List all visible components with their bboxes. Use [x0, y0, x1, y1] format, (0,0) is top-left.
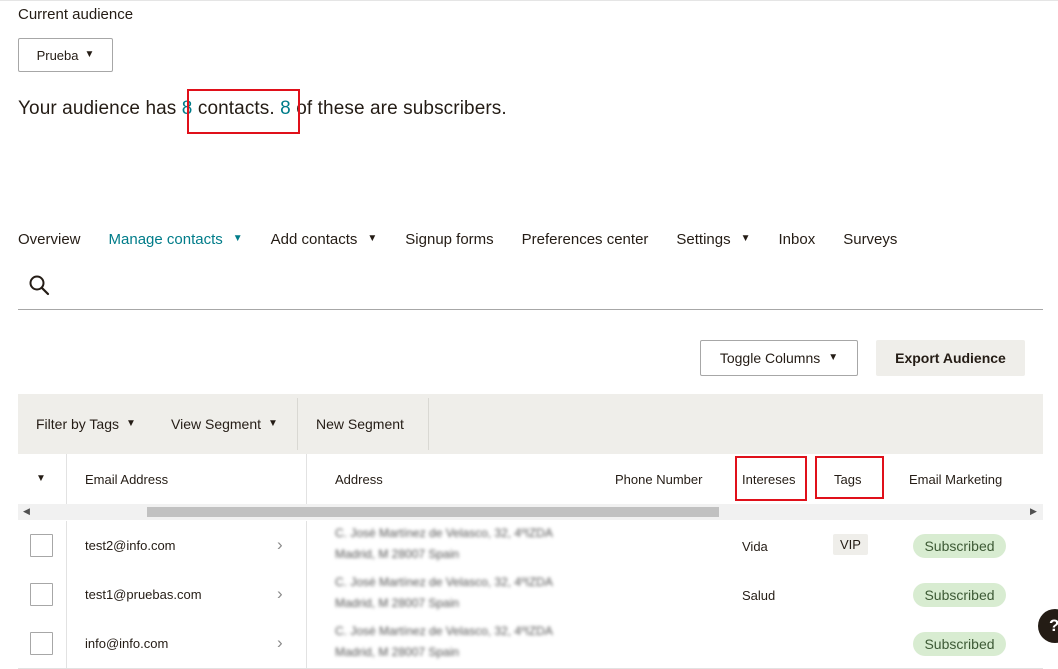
- table-row: info@info.com › C. José Martínez de Vela…: [18, 619, 1043, 669]
- column-divider: [66, 570, 67, 619]
- scrollbar-thumb[interactable]: [147, 507, 719, 517]
- export-audience-button[interactable]: Export Audience: [876, 340, 1025, 376]
- export-audience-label: Export Audience: [895, 350, 1006, 366]
- chevron-down-icon: ▼: [740, 232, 751, 244]
- column-header-intereses[interactable]: Intereses: [742, 454, 795, 504]
- tag-chip[interactable]: VIP: [833, 534, 868, 555]
- filter-bar: Filter by Tags ▼ View Segment ▼ New Segm…: [18, 394, 1043, 454]
- column-divider: [66, 521, 67, 570]
- new-segment-label: New Segment: [316, 416, 404, 432]
- top-divider: [0, 0, 1058, 1]
- column-divider: [306, 454, 307, 504]
- table-header: ▼ Email Address Address Phone Number Int…: [18, 454, 1043, 505]
- nav-label: Add contacts: [270, 230, 358, 248]
- nav-label: Signup forms: [405, 230, 494, 248]
- search-icon[interactable]: [28, 274, 50, 296]
- toggle-columns-label: Toggle Columns: [719, 350, 821, 366]
- nav-item-settings[interactable]: Settings ▼: [676, 227, 750, 251]
- address-line-1: C. José Martínez de Velasco, 32, 4ºIZDA: [335, 526, 553, 540]
- toggle-columns-button[interactable]: Toggle Columns ▼: [700, 340, 858, 376]
- subscribers-label: of these are subscribers.: [290, 98, 507, 119]
- scroll-left-icon[interactable]: ◀: [23, 506, 30, 517]
- contacts-count-link[interactable]: 8: [182, 98, 193, 119]
- nav-label: Manage contacts: [108, 230, 223, 248]
- column-divider: [66, 454, 67, 504]
- filter-divider: [428, 398, 429, 450]
- contact-email[interactable]: info@info.com: [85, 636, 168, 651]
- nav-label: Inbox: [778, 230, 816, 248]
- row-checkbox[interactable]: [30, 534, 53, 557]
- nav-label: Overview: [18, 230, 81, 248]
- column-header-address[interactable]: Address: [335, 454, 383, 504]
- chevron-down-icon: ▼: [232, 232, 243, 244]
- nav-item-signup-forms[interactable]: Signup forms: [405, 227, 493, 251]
- status-badge: Subscribed: [913, 632, 1006, 656]
- nav-item-surveys[interactable]: Surveys: [843, 227, 897, 251]
- intereses-value: Vida: [742, 539, 768, 554]
- chevron-down-icon: ▼: [367, 232, 378, 244]
- filter-by-tags-label: Filter by Tags: [36, 416, 119, 432]
- audience-summary: Your audience has 8 contacts. 8 of these…: [18, 98, 507, 120]
- row-checkbox[interactable]: [30, 583, 53, 606]
- address-line-1: C. José Martínez de Velasco, 32, 4ºIZDA: [335, 575, 553, 589]
- current-audience-label: Current audience: [18, 6, 134, 23]
- nav-label: Settings: [676, 230, 731, 248]
- table-row: test1@pruebas.com › C. José Martínez de …: [18, 570, 1043, 620]
- subscribers-count-link[interactable]: 8: [280, 98, 291, 119]
- contact-email[interactable]: test1@pruebas.com: [85, 587, 202, 602]
- scroll-right-icon[interactable]: ▶: [1030, 506, 1037, 517]
- new-segment-button[interactable]: New Segment: [316, 394, 404, 454]
- filter-divider: [297, 398, 298, 450]
- column-header-email[interactable]: Email Address: [85, 454, 168, 504]
- help-icon: ?: [1049, 616, 1058, 636]
- audience-select-value: Prueba: [36, 47, 79, 63]
- nav-item-preferences-center[interactable]: Preferences center: [522, 227, 649, 251]
- horizontal-scrollbar[interactable]: ◀ ▶: [18, 504, 1043, 520]
- contact-email[interactable]: test2@info.com: [85, 538, 176, 553]
- address-line-2: Madrid, M 28007 Spain: [335, 596, 460, 610]
- chevron-down-icon: ▼: [84, 48, 95, 60]
- audience-nav: Overview Manage contacts ▼ Add contacts ▼ …: [18, 227, 925, 251]
- chevron-right-icon[interactable]: ›: [277, 584, 283, 604]
- chevron-down-icon: ▼: [268, 417, 278, 429]
- column-header-email-marketing[interactable]: Email Marketing: [909, 454, 1002, 504]
- chevron-down-icon: ▼: [828, 351, 839, 363]
- row-checkbox[interactable]: [30, 632, 53, 655]
- column-divider: [306, 619, 307, 668]
- view-segment-dropdown[interactable]: View Segment ▼: [171, 394, 278, 454]
- chevron-right-icon[interactable]: ›: [277, 633, 283, 653]
- nav-label: Surveys: [843, 230, 898, 248]
- nav-item-inbox[interactable]: Inbox: [779, 227, 816, 251]
- status-badge: Subscribed: [913, 534, 1006, 558]
- column-divider: [306, 521, 307, 570]
- column-divider: [306, 570, 307, 619]
- search-underline: [18, 309, 1043, 310]
- nav-item-add-contacts[interactable]: Add contacts ▼: [271, 227, 378, 251]
- column-divider: [66, 619, 67, 668]
- column-header-phone[interactable]: Phone Number: [615, 454, 702, 504]
- filter-by-tags-dropdown[interactable]: Filter by Tags ▼: [36, 394, 136, 454]
- table-row: test2@info.com › C. José Martínez de Vel…: [18, 521, 1043, 571]
- view-segment-label: View Segment: [171, 416, 262, 432]
- address-line-1: C. José Martínez de Velasco, 32, 4ºIZDA: [335, 624, 553, 638]
- contacts-label: contacts.: [192, 98, 281, 119]
- intereses-value: Salud: [742, 588, 776, 603]
- nav-label: Preferences center: [521, 230, 649, 248]
- chevron-down-icon: ▼: [36, 472, 46, 484]
- address-line-2: Madrid, M 28007 Spain: [335, 547, 460, 561]
- address-line-2: Madrid, M 28007 Spain: [335, 645, 460, 659]
- chevron-down-icon: ▼: [126, 417, 136, 429]
- nav-item-manage-contacts[interactable]: Manage contacts ▼: [109, 227, 243, 251]
- audience-select[interactable]: Prueba ▼: [18, 38, 113, 72]
- nav-item-overview[interactable]: Overview: [18, 227, 81, 251]
- status-badge: Subscribed: [913, 583, 1006, 607]
- chevron-right-icon[interactable]: ›: [277, 535, 283, 555]
- summary-prefix: Your audience has: [18, 98, 182, 119]
- select-all-dropdown[interactable]: ▼: [36, 454, 46, 504]
- column-header-tags[interactable]: Tags: [834, 454, 861, 504]
